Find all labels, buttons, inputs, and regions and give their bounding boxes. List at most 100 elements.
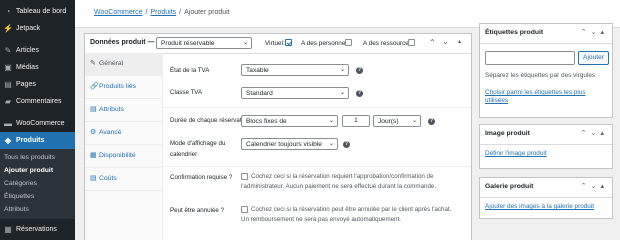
tab-attributes[interactable]: ▤ Attributs — [85, 99, 162, 122]
add-gallery-images-link[interactable]: Ajouter des images à la galerie produit — [485, 203, 594, 211]
move-down-icon[interactable]: ⌄ — [591, 183, 601, 190]
move-down-icon[interactable]: ⌄ — [591, 130, 601, 137]
product-tags-title: Étiquettes produit — [485, 29, 544, 36]
divider — [162, 107, 471, 108]
menu-item-products[interactable]: ◈ Produits — [0, 132, 75, 149]
confirmation-checkbox[interactable] — [241, 173, 248, 180]
move-down-icon[interactable]: ⌄ — [442, 37, 449, 46]
persons-checkbox[interactable] — [345, 39, 352, 46]
cancel-description-line2: Un remboursement ne sera pas envoyé auto… — [241, 216, 401, 223]
confirmation-description-line1: Cochez ceci si la réservation requiert l… — [251, 173, 434, 180]
product-gallery-box: Galerie produit ⌃⌄▴ Ajouter des images à… — [479, 177, 613, 219]
toggle-panel-icon[interactable]: ▴ — [600, 183, 608, 190]
cancel-checkbox[interactable] — [241, 206, 248, 213]
product-data-tabs: ✎ Général 🔗 Produits liés ▤ Attributs ⚙ Avan… — [85, 53, 163, 240]
menu-item-woocommerce[interactable]: ▬ WooCommerce — [0, 115, 75, 132]
submenu-tags[interactable]: Étiquettes — [0, 190, 75, 203]
menu-item-dashboard[interactable]: ◔ Tableau de bord — [0, 3, 75, 20]
duration-quantity-stepper[interactable]: 1 — [342, 115, 370, 127]
breadcrumb-separator: / — [179, 9, 182, 16]
product-tags-header: Étiquettes produit ⌃⌄▴ — [480, 24, 612, 44]
tab-advanced[interactable]: ⚙ Avancé — [85, 122, 162, 145]
help-icon[interactable]: ? — [428, 118, 435, 125]
persons-label: A des personnes: — [301, 40, 351, 47]
menu-item-comments[interactable]: ▰ Commentaires — [0, 93, 75, 110]
breadcrumb-woocommerce-link[interactable]: WooCommerce — [94, 9, 143, 16]
tab-linked-products[interactable]: 🔗 Produits liés — [85, 76, 162, 99]
admin-sidebar: ◔ Tableau de bord ⚡ Jetpack ✎ Articles ▣ Méd… — [0, 0, 75, 240]
chevron-down-icon: ⌄ — [328, 118, 334, 124]
duration-type-select[interactable]: Blocs fixes de ⌄ — [241, 115, 338, 127]
menu-label: WooCommerce — [16, 120, 65, 127]
product-data-title: Données produit — — [90, 39, 155, 46]
products-submenu: Tous les produits Ajouter produit Catégo… — [0, 149, 75, 219]
tax-class-value: Standard — [246, 90, 273, 97]
choose-tags-link[interactable]: Choisir parmi les étiquettes les plus ut… — [485, 89, 586, 105]
menu-label: Réservations — [16, 226, 57, 233]
menu-item-articles[interactable]: ✎ Articles — [0, 42, 75, 59]
product-type-value: Produit réservable — [161, 40, 215, 47]
move-up-icon[interactable]: ⌃ — [429, 38, 436, 47]
set-product-image-link[interactable]: Définir l'image produit — [485, 150, 547, 158]
toggle-panel-icon[interactable]: ▴ — [600, 29, 608, 36]
breadcrumb-products-link[interactable]: Produits — [150, 9, 176, 16]
box-controls: ⌃⌄▴ — [581, 28, 608, 36]
tab-general[interactable]: ✎ Général — [85, 53, 162, 76]
tab-label: Avancé — [99, 129, 122, 136]
confirmation-label: Confirmation requise ? — [170, 174, 233, 181]
calendar-mode-select[interactable]: Calendrier toujours visible ⌄ — [241, 138, 338, 150]
tax-class-select[interactable]: Standard ⌄ — [241, 87, 349, 99]
toggle-panel-icon[interactable]: ▴ — [458, 38, 461, 45]
product-tags-box: Étiquettes produit ⌃⌄▴ Ajouter Séparez l… — [479, 23, 613, 118]
box-controls: ⌃⌄▴ — [581, 129, 608, 137]
submenu-categories[interactable]: Catégories — [0, 177, 75, 190]
move-down-icon[interactable]: ⌄ — [591, 29, 601, 36]
breadcrumb-separator: / — [145, 9, 148, 16]
product-gallery-title: Galerie produit — [485, 183, 534, 190]
move-up-icon[interactable]: ⌃ — [581, 29, 591, 36]
product-image-box: Image produit ⌃⌄▴ Définir l'image produi… — [479, 124, 613, 169]
tag-input[interactable] — [485, 51, 575, 65]
move-up-icon[interactable]: ⌃ — [581, 183, 591, 190]
add-tag-button[interactable]: Ajouter — [578, 51, 609, 65]
menu-label: Médias — [16, 64, 39, 71]
submenu-all-products[interactable]: Tous les produits — [0, 151, 75, 164]
jetpack-icon: ⚡ — [3, 24, 13, 33]
calendar-icon: ▦ — [4, 225, 12, 234]
products-icon: ◈ — [4, 136, 12, 145]
tax-status-label: État de la TVA — [170, 67, 210, 74]
tax-class-label: Classe TVA — [170, 89, 203, 96]
costs-icon: ▤ — [90, 175, 97, 182]
duration-label: Durée de chaque réservation — [170, 117, 250, 124]
chevron-down-icon: ⌄ — [328, 141, 334, 147]
submenu-attributes[interactable]: Attributs — [0, 203, 75, 216]
help-icon[interactable]: ? — [356, 67, 363, 74]
calendar-mode-label-line1: Mode d'affichage du — [170, 140, 226, 147]
tab-label: Général — [99, 60, 124, 67]
gear-icon: ⚙ — [90, 129, 97, 136]
comments-icon: ▰ — [4, 97, 12, 106]
resources-label: A des ressources: — [363, 40, 414, 47]
product-type-select[interactable]: Produit réservable ⌄ — [156, 37, 252, 49]
tax-status-select[interactable]: Taxable ⌄ — [241, 64, 349, 76]
divider — [162, 166, 471, 167]
tab-costs[interactable]: ▤ Coûts — [85, 168, 162, 191]
product-data-header: Données produit — Produit réservable ⌄ Vi… — [85, 34, 471, 54]
help-icon[interactable]: ? — [356, 90, 363, 97]
virtual-checkbox[interactable] — [285, 39, 292, 46]
help-icon[interactable]: ? — [343, 141, 350, 148]
toggle-panel-icon[interactable]: ▴ — [600, 130, 608, 137]
tab-availability[interactable]: ▦ Disponibilité — [85, 145, 162, 168]
menu-item-reservations[interactable]: ▦ Réservations — [0, 221, 75, 238]
resources-checkbox[interactable] — [408, 39, 415, 46]
woocommerce-icon: ▬ — [4, 119, 12, 128]
menu-item-media[interactable]: ▣ Médias — [0, 59, 75, 76]
submenu-add-product[interactable]: Ajouter produit — [0, 164, 75, 177]
menu-label: Tableau de bord — [16, 8, 67, 15]
product-image-header: Image produit ⌃⌄▴ — [480, 125, 612, 145]
duration-unit-select[interactable]: Jour(s) ⌄ — [373, 115, 421, 127]
move-up-icon[interactable]: ⌃ — [581, 130, 591, 137]
menu-item-jetpack[interactable]: ⚡ Jetpack — [0, 20, 75, 37]
chevron-down-icon: ⌄ — [411, 118, 417, 124]
menu-item-pages[interactable]: ▤ Pages — [0, 76, 75, 93]
